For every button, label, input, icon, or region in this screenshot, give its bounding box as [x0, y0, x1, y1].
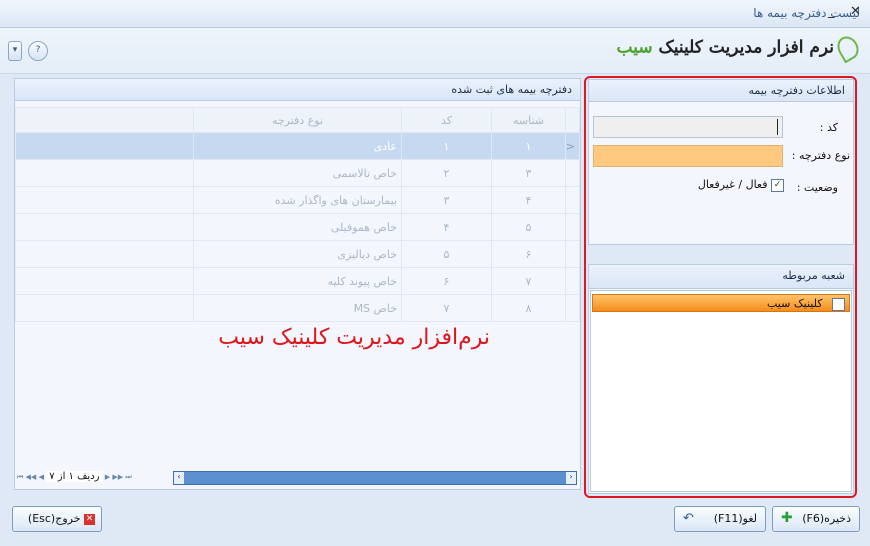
- table-row[interactable]: ۴ ۳ بیمارستان های واگذار شده: [15, 186, 580, 214]
- row-indicator: [565, 240, 580, 268]
- cancel-button[interactable]: لغو(F11) ↶: [674, 506, 766, 532]
- type-label: نوع دفترچه :: [791, 149, 850, 162]
- status-checkbox-label: فعال / غیرفعال: [697, 178, 768, 191]
- table-cell: خاص پیوند کلیه: [193, 267, 402, 295]
- row-indicator-header[interactable]: [565, 107, 580, 133]
- scroll-right-icon[interactable]: ›: [566, 472, 576, 484]
- nav-prev-icon[interactable]: ◀: [39, 473, 44, 481]
- save-button[interactable]: ذخیره(F6) ✚: [772, 506, 860, 532]
- branch-panel-title: شعبه مربوطه: [589, 265, 853, 289]
- table-cell: ۵: [491, 213, 566, 241]
- grid-panel: دفترچه بیمه های ثبت شده شناسه کد نوع دفترچ…: [14, 78, 581, 490]
- column-header-filler[interactable]: [15, 107, 194, 133]
- table-cell-filler: [15, 213, 194, 241]
- table-cell-filler: [15, 186, 194, 214]
- record-navigator: ⏮ ◀◀ ◀ ردیف ۱ از ۷ ▶ ▶▶ ⏭: [17, 471, 173, 486]
- branch-checkbox[interactable]: [832, 297, 845, 311]
- table-cell: خاص دیالیزی: [193, 240, 402, 268]
- grid-panel-title: دفترچه بیمه های ثبت شده: [15, 79, 580, 101]
- close-icon[interactable]: ✕: [850, 4, 861, 19]
- table-cell: ۴: [401, 213, 492, 241]
- table-cell-filler: [15, 159, 194, 187]
- row-indicator: [565, 267, 580, 295]
- table-cell: ۸: [491, 294, 566, 322]
- table-cell-filler: [15, 267, 194, 295]
- row-indicator: [565, 159, 580, 187]
- header-strip: ▾ ? نرم افزار مدیریت کلینیک سیب: [0, 28, 870, 74]
- window-title-bar: لیست دفترچه بیمه ها _ ✕: [0, 0, 870, 28]
- table-cell-filler: [15, 132, 194, 160]
- status-label: وضعیت :: [796, 181, 838, 194]
- window-title: لیست دفترچه بیمه ها: [753, 6, 860, 20]
- table-cell: ۶: [491, 240, 566, 268]
- record-counter: ردیف ۱ از ۷: [46, 471, 103, 482]
- nav-last-icon[interactable]: ⏭: [125, 473, 131, 481]
- status-checkbox[interactable]: ✓: [771, 178, 784, 192]
- insurance-book-grid[interactable]: شناسه کد نوع دفترچه <۱ ۱ عادی ۳ ۲ خاص تالاسمی ۴ ۳…: [15, 107, 580, 322]
- nav-first-icon[interactable]: ⏮: [17, 473, 23, 481]
- horizontal-scrollbar[interactable]: › ‹: [173, 471, 577, 485]
- logo-accent: سیب: [616, 37, 653, 58]
- type-field[interactable]: [593, 145, 783, 167]
- row-indicator: <: [565, 132, 580, 160]
- table-row[interactable]: ۸ ۷ خاص MS: [15, 294, 580, 322]
- table-row[interactable]: ۵ ۴ خاص هموفیلی: [15, 213, 580, 241]
- table-row[interactable]: ۶ ۵ خاص دیالیزی: [15, 240, 580, 268]
- table-cell: ۵: [401, 240, 492, 268]
- table-cell-filler: [15, 294, 194, 322]
- table-cell-filler: [15, 240, 194, 268]
- table-cell: ۴: [491, 186, 566, 214]
- table-cell: خاص MS: [193, 294, 402, 322]
- app-logo: نرم افزار مدیریت کلینیک سیب: [616, 32, 863, 66]
- column-header-0[interactable]: شناسه: [491, 107, 566, 133]
- brand-watermark: نرم‌افزار مدیریت کلینیک سیب: [218, 325, 490, 350]
- column-header-1[interactable]: کد: [401, 107, 492, 133]
- branch-list: کلینیک سیب: [590, 290, 852, 492]
- table-cell: ۶: [401, 267, 492, 295]
- row-indicator: [565, 294, 580, 322]
- branch-item[interactable]: کلینیک سیب: [592, 294, 850, 312]
- table-cell: ۱: [401, 132, 492, 160]
- table-cell: ۷: [491, 267, 566, 295]
- info-panel-title: اطلاعات دفترچه بیمه: [589, 80, 853, 102]
- table-cell: خاص تالاسمی: [193, 159, 402, 187]
- scroll-left-icon[interactable]: ‹: [174, 472, 184, 484]
- table-cell: بیمارستان های واگذار شده: [193, 186, 402, 214]
- exit-button[interactable]: ✕ خروج(Esc): [12, 506, 102, 532]
- row-indicator: [565, 186, 580, 214]
- undo-icon: ↶: [683, 511, 694, 526]
- nav-next-icon[interactable]: ▶: [105, 473, 110, 481]
- nav-next-page-icon[interactable]: ▶▶: [112, 473, 123, 481]
- chevron-down-icon[interactable]: ▾: [8, 41, 22, 61]
- exit-button-label: خروج(Esc): [27, 512, 81, 525]
- row-indicator: [565, 213, 580, 241]
- branch-item-label: کلینیک سیب: [766, 297, 823, 310]
- text-cursor: [777, 119, 778, 135]
- save-button-label: ذخیره(F6): [802, 512, 851, 525]
- table-cell: عادی: [193, 132, 402, 160]
- table-row[interactable]: ۳ ۲ خاص تالاسمی: [15, 159, 580, 187]
- code-field[interactable]: [593, 116, 783, 138]
- help-icon[interactable]: ?: [28, 41, 48, 61]
- table-row[interactable]: <۱ ۱ عادی: [15, 132, 580, 160]
- nav-prev-page-icon[interactable]: ◀◀: [26, 473, 37, 481]
- table-cell: ۱: [491, 132, 566, 160]
- table-cell: ۲: [401, 159, 492, 187]
- apple-leaf-icon: [833, 32, 863, 64]
- table-row[interactable]: ۷ ۶ خاص پیوند کلیه: [15, 267, 580, 295]
- cancel-button-label: لغو(F11): [713, 512, 757, 525]
- minimize-button[interactable]: _: [828, 4, 835, 19]
- logo-text: نرم افزار مدیریت کلینیک: [658, 37, 834, 58]
- close-icon: ✕: [84, 513, 95, 525]
- table-cell: ۳: [491, 159, 566, 187]
- branch-panel: شعبه مربوطه کلینیک سیب: [588, 264, 854, 494]
- column-header-2[interactable]: نوع دفترچه: [193, 107, 402, 133]
- plus-icon: ✚: [781, 510, 793, 526]
- table-cell: ۷: [401, 294, 492, 322]
- table-cell: خاص هموفیلی: [193, 213, 402, 241]
- code-label: کد :: [819, 121, 838, 134]
- status-checkbox-wrap[interactable]: ✓ فعال / غیرفعال: [698, 178, 784, 192]
- table-cell: ۳: [401, 186, 492, 214]
